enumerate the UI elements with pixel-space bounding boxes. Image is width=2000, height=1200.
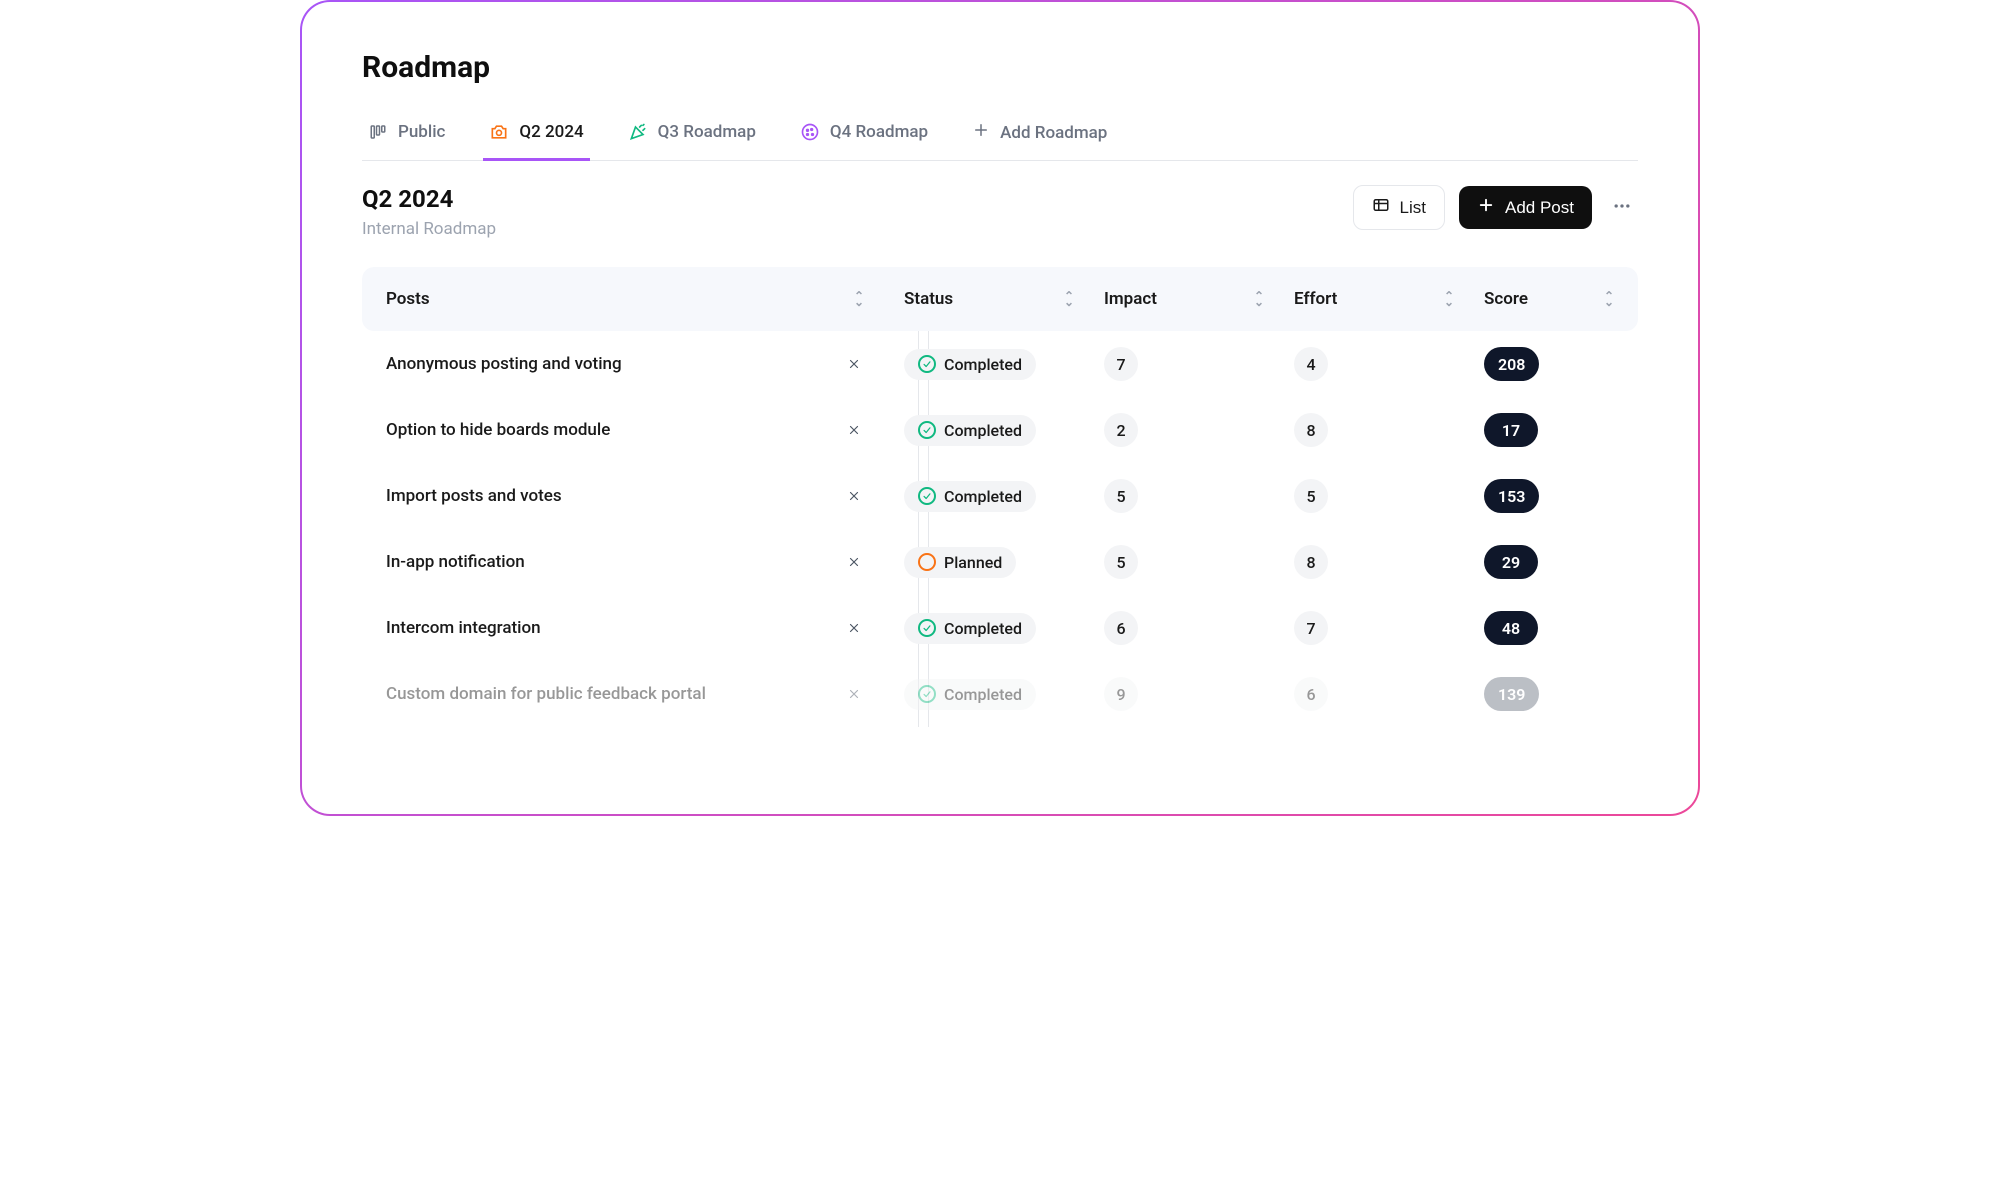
remove-post-button[interactable] <box>844 684 864 704</box>
status-label: Completed <box>944 619 1022 638</box>
status-pill[interactable]: Completed <box>904 679 1036 710</box>
status-label: Completed <box>944 421 1022 440</box>
planned-icon <box>918 553 936 571</box>
roadmap-tabs: Public Q2 2024 Q3 Roadmap Q4 Roadmap <box>362 109 1638 161</box>
th-effort[interactable]: Effort ⌃⌄ <box>1294 289 1484 309</box>
more-options-button[interactable] <box>1606 192 1638 224</box>
post-title: Import posts and votes <box>386 486 562 506</box>
table-header: Posts ⌃⌄ Status ⌃⌄ Impact ⌃⌄ Effort ⌃⌄ S… <box>362 267 1638 331</box>
completed-icon <box>918 619 936 637</box>
effort-value[interactable]: 5 <box>1294 479 1328 513</box>
sort-icon: ⌃⌄ <box>1444 293 1454 305</box>
effort-value[interactable]: 6 <box>1294 677 1328 711</box>
th-status[interactable]: Status ⌃⌄ <box>904 289 1104 309</box>
post-title: Option to hide boards module <box>386 420 610 440</box>
status-pill[interactable]: Completed <box>904 613 1036 644</box>
remove-post-button[interactable] <box>844 618 864 638</box>
add-post-button[interactable]: Add Post <box>1459 186 1592 229</box>
table-row[interactable]: Anonymous posting and voting Completed 7… <box>362 331 1638 397</box>
effort-value[interactable]: 8 <box>1294 545 1328 579</box>
post-title: In-app notification <box>386 552 525 572</box>
score-value: 17 <box>1484 413 1538 447</box>
table-row[interactable]: Option to hide boards module Completed 2… <box>362 397 1638 463</box>
page-title: Roadmap <box>362 50 1638 85</box>
list-icon <box>1372 196 1390 219</box>
add-roadmap-button[interactable]: Add Roadmap <box>966 109 1113 160</box>
effort-value[interactable]: 8 <box>1294 413 1328 447</box>
score-value: 208 <box>1484 347 1539 381</box>
table-row[interactable]: Import posts and votes Completed 5 5 153 <box>362 463 1638 529</box>
completed-icon <box>918 487 936 505</box>
section-subtitle: Internal Roadmap <box>362 219 496 239</box>
score-value: 48 <box>1484 611 1538 645</box>
section-header: Q2 2024 Internal Roadmap List Add Post <box>362 185 1638 239</box>
status-label: Completed <box>944 487 1022 506</box>
cookie-icon <box>800 122 820 142</box>
camera-icon <box>489 122 509 142</box>
table-row[interactable]: Custom domain for public feedback portal… <box>362 661 1638 727</box>
columns-icon <box>368 122 388 142</box>
status-pill[interactable]: Completed <box>904 349 1036 380</box>
post-title: Custom domain for public feedback portal <box>386 684 706 704</box>
tab-q3-roadmap[interactable]: Q3 Roadmap <box>622 110 762 161</box>
status-pill[interactable]: Planned <box>904 547 1016 578</box>
table-row[interactable]: In-app notification Planned 5 8 29 <box>362 529 1638 595</box>
tab-q2-2024[interactable]: Q2 2024 <box>483 110 589 161</box>
score-value: 139 <box>1484 677 1539 711</box>
sort-icon: ⌃⌄ <box>1064 293 1074 305</box>
roadmap-table: Posts ⌃⌄ Status ⌃⌄ Impact ⌃⌄ Effort ⌃⌄ S… <box>362 267 1638 727</box>
completed-icon <box>918 685 936 703</box>
tab-label: Q4 Roadmap <box>830 122 928 142</box>
plus-icon <box>972 121 990 144</box>
table-row[interactable]: Intercom integration Completed 6 7 48 <box>362 595 1638 661</box>
status-label: Planned <box>944 553 1002 572</box>
status-pill[interactable]: Completed <box>904 481 1036 512</box>
score-value: 153 <box>1484 479 1539 513</box>
completed-icon <box>918 355 936 373</box>
tab-label: Q3 Roadmap <box>658 122 756 142</box>
sort-icon: ⌃⌄ <box>1604 293 1614 305</box>
remove-post-button[interactable] <box>844 354 864 374</box>
list-label: List <box>1400 198 1426 218</box>
effort-value[interactable]: 4 <box>1294 347 1328 381</box>
status-label: Completed <box>944 355 1022 374</box>
post-title: Anonymous posting and voting <box>386 354 622 374</box>
impact-value[interactable]: 7 <box>1104 347 1138 381</box>
impact-value[interactable]: 2 <box>1104 413 1138 447</box>
tab-label: Q2 2024 <box>519 122 583 142</box>
remove-post-button[interactable] <box>844 552 864 572</box>
add-roadmap-label: Add Roadmap <box>1000 123 1107 143</box>
impact-value[interactable]: 5 <box>1104 545 1138 579</box>
dots-horizontal-icon <box>1612 196 1632 220</box>
remove-post-button[interactable] <box>844 420 864 440</box>
th-score[interactable]: Score ⌃⌄ <box>1484 289 1614 309</box>
actions: List Add Post <box>1353 185 1638 230</box>
sort-icon: ⌃⌄ <box>854 293 864 305</box>
list-view-button[interactable]: List <box>1353 185 1445 230</box>
score-value: 29 <box>1484 545 1538 579</box>
status-pill[interactable]: Completed <box>904 415 1036 446</box>
remove-post-button[interactable] <box>844 486 864 506</box>
tab-q4-roadmap[interactable]: Q4 Roadmap <box>794 110 934 161</box>
effort-value[interactable]: 7 <box>1294 611 1328 645</box>
section-title: Q2 2024 <box>362 185 496 213</box>
completed-icon <box>918 421 936 439</box>
post-title: Intercom integration <box>386 618 541 638</box>
th-posts[interactable]: Posts ⌃⌄ <box>386 289 904 309</box>
impact-value[interactable]: 5 <box>1104 479 1138 513</box>
tab-label: Public <box>398 122 445 142</box>
impact-value[interactable]: 6 <box>1104 611 1138 645</box>
plus-icon <box>1477 196 1495 219</box>
sort-icon: ⌃⌄ <box>1254 293 1264 305</box>
add-post-label: Add Post <box>1505 198 1574 218</box>
status-label: Completed <box>944 685 1022 704</box>
table-body: Anonymous posting and voting Completed 7… <box>362 331 1638 727</box>
impact-value[interactable]: 9 <box>1104 677 1138 711</box>
th-impact[interactable]: Impact ⌃⌄ <box>1104 289 1294 309</box>
confetti-icon <box>628 122 648 142</box>
tab-public[interactable]: Public <box>362 110 451 161</box>
